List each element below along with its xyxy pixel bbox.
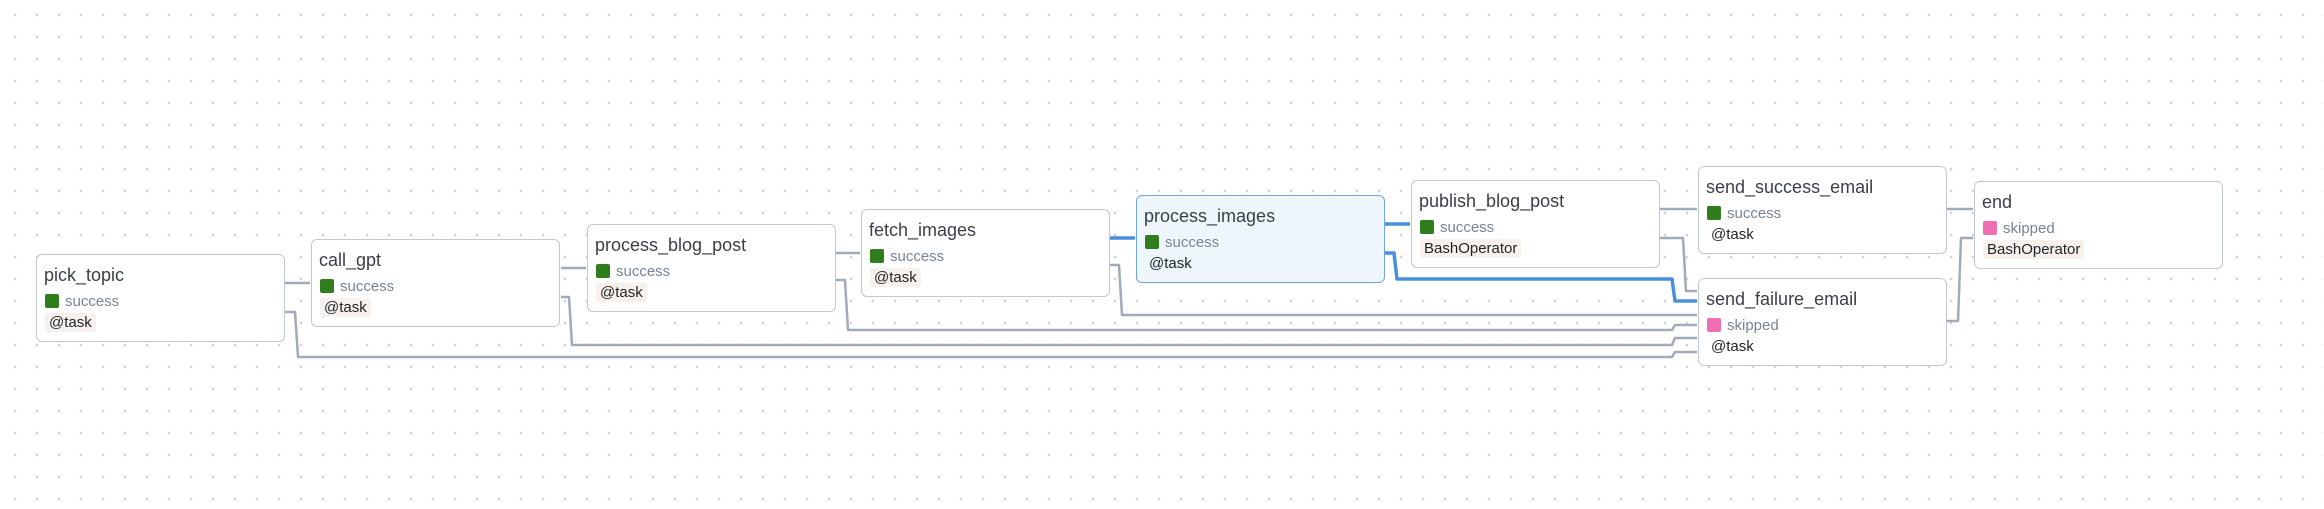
task-status: success: [1420, 218, 1494, 236]
status-label: success: [340, 277, 395, 295]
success-status-icon: [1707, 206, 1721, 220]
status-label: success: [1727, 204, 1782, 222]
task-node-send_failure_email[interactable]: send_failure_email skipped @task: [1698, 278, 1947, 366]
task-title: process_blog_post: [595, 235, 747, 255]
task-title: fetch_images: [869, 220, 977, 240]
task-node-fetch_images[interactable]: fetch_images success @task: [861, 209, 1110, 297]
task-status: skipped: [1707, 316, 1779, 334]
success-status-icon: [45, 294, 59, 308]
skipped-status-icon: [1983, 221, 1997, 235]
status-label: success: [1440, 218, 1495, 236]
task-node-publish_blog_post[interactable]: publish_blog_post success BashOperator: [1411, 180, 1660, 268]
task-node-process_blog_post[interactable]: process_blog_post success @task: [587, 224, 836, 312]
task-title: call_gpt: [319, 250, 382, 270]
task-title: end: [1982, 192, 2013, 212]
operator-badge: @task: [1711, 338, 1754, 355]
status-label: success: [1165, 233, 1220, 251]
task-node-process_images[interactable]: process_images success @task: [1136, 195, 1385, 283]
task-title: pick_topic: [44, 265, 125, 285]
edge-publish_blog_post-send_failure_email[interactable]: [1659, 236, 1697, 293]
success-status-icon: [320, 279, 334, 293]
success-status-icon: [1145, 235, 1159, 249]
task-title: process_images: [1144, 206, 1276, 226]
task-status: success: [870, 247, 944, 265]
operator-badge: BashOperator: [1983, 240, 2085, 259]
status-label: skipped: [2003, 219, 2055, 237]
operator-badge: @task: [596, 283, 647, 302]
task-node-send_success_email[interactable]: send_success_email success @task: [1698, 166, 1947, 254]
operator-badge: @task: [320, 298, 371, 317]
operator-badge: @task: [870, 268, 921, 287]
status-label: success: [616, 262, 671, 280]
task-node-pick_topic[interactable]: pick_topic success @task: [36, 254, 285, 342]
task-status: success: [1145, 233, 1219, 251]
task-status: success: [596, 262, 670, 280]
success-status-icon: [870, 249, 884, 263]
task-status: success: [1707, 204, 1781, 222]
edge-send_failure_email-end[interactable]: [1946, 236, 1973, 323]
status-label: skipped: [1727, 316, 1779, 334]
task-status: success: [45, 292, 119, 310]
task-title: send_failure_email: [1706, 289, 1858, 309]
task-title: publish_blog_post: [1419, 191, 1565, 211]
operator-badge: BashOperator: [1420, 239, 1522, 258]
operator-badge: @task: [45, 313, 96, 332]
task-title: send_success_email: [1706, 177, 1874, 197]
task-status: success: [320, 277, 394, 295]
success-status-icon: [1420, 220, 1434, 234]
success-status-icon: [596, 264, 610, 278]
task-status: skipped: [1983, 219, 2055, 237]
operator-badge: @task: [1711, 226, 1754, 243]
task-node-call_gpt[interactable]: call_gpt success @task: [311, 239, 560, 327]
status-label: success: [65, 292, 120, 310]
operator-badge: @task: [1149, 255, 1192, 272]
skipped-status-icon: [1707, 318, 1721, 332]
status-label: success: [890, 247, 945, 265]
task-node-end[interactable]: end skipped BashOperator: [1974, 181, 2223, 269]
